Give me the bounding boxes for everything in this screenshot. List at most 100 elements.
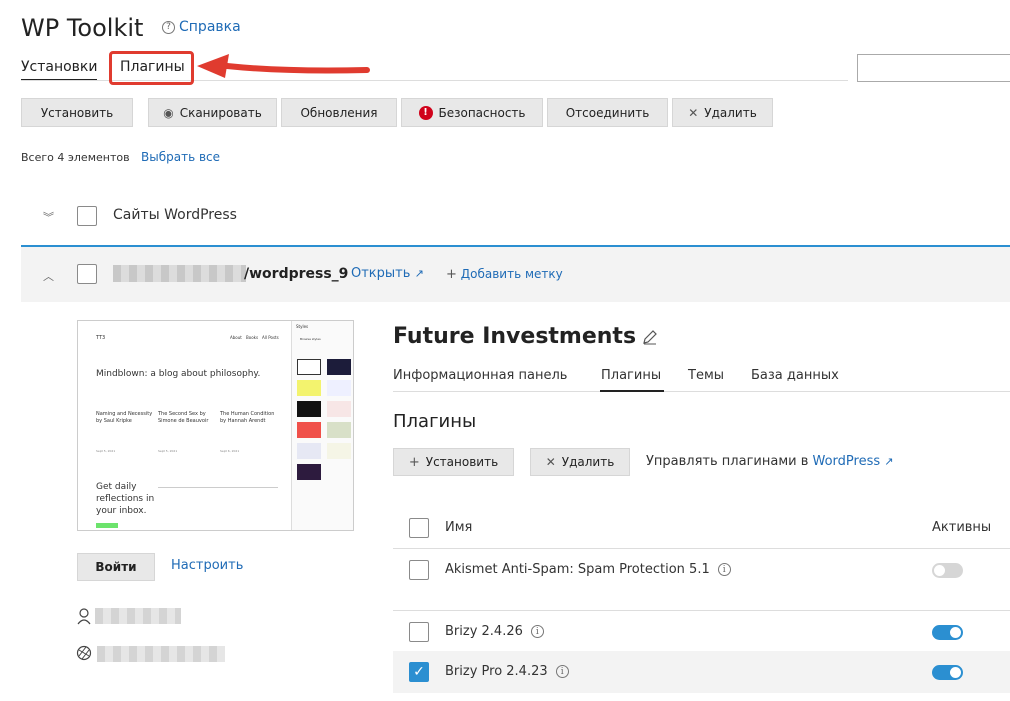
close-icon: ✕: [688, 105, 699, 120]
plugin-active-toggle[interactable]: [932, 665, 963, 680]
plugin-name: Akismet Anti-Spam: Spam Protection 5.1: [445, 562, 710, 577]
preview-divider: [158, 487, 278, 488]
eye-icon: ◉: [163, 105, 174, 120]
site-path: /wordpress_9: [244, 266, 349, 282]
chevron-up-icon[interactable]: ︿: [43, 268, 54, 284]
column-header-active[interactable]: Активны: [932, 520, 991, 535]
install-button[interactable]: Установить: [21, 98, 133, 127]
site-checkbox[interactable]: [77, 264, 97, 284]
subtab-database[interactable]: База данных: [751, 368, 839, 383]
pencil-icon[interactable]: [642, 329, 658, 345]
group-checkbox[interactable]: [77, 206, 97, 226]
annotation-arrow-icon: [197, 54, 370, 78]
style-swatch: [297, 443, 321, 459]
subtabs-divider: [393, 391, 1010, 392]
open-site-link[interactable]: Открыть ↗: [351, 266, 424, 281]
subtab-dashboard[interactable]: Информационная панель: [393, 368, 567, 383]
chevron-double-down-icon[interactable]: ︾: [43, 209, 54, 225]
preview-nav-3: All Posts: [262, 335, 279, 340]
delete-plugin-button[interactable]: ✕ Удалить: [530, 448, 630, 476]
info-icon[interactable]: i: [717, 563, 731, 576]
style-swatch: [297, 464, 321, 480]
updates-label: Обновления: [300, 105, 378, 120]
site-title: Future Investments: [393, 324, 637, 349]
plugin-row-checkbox[interactable]: [409, 560, 429, 580]
preview-styles-title: Styles: [296, 324, 309, 329]
subtab-plugins[interactable]: Плагины: [601, 368, 661, 383]
style-swatch: [297, 359, 321, 375]
preview-post-2-date: Sept 5, 2021: [158, 449, 178, 453]
preview-signup-button: [96, 523, 118, 528]
redacted-username: [95, 608, 181, 624]
install-label: Установить: [40, 105, 114, 120]
table-row: Akismet Anti-Spam: Spam Protection 5.1 i: [445, 562, 731, 577]
plugin-row-checkbox[interactable]: [409, 622, 429, 642]
table-row: Brizy 2.4.26 i: [445, 624, 544, 639]
preview-post-2: The Second Sex by Simone de Beauvoir: [158, 411, 209, 424]
preview-headline: Mindblown: a blog about philosophy.: [96, 369, 261, 379]
style-swatch: [327, 422, 351, 438]
detach-button[interactable]: Отсоединить: [547, 98, 668, 127]
setup-link[interactable]: Настроить: [171, 558, 243, 573]
annotation-highlight-box: [109, 51, 194, 85]
user-icon: [77, 608, 91, 625]
style-swatch: [297, 380, 321, 396]
plugin-active-toggle[interactable]: [932, 625, 963, 640]
security-button[interactable]: ! Безопасность: [401, 98, 543, 127]
tab-installs[interactable]: Установки: [21, 59, 98, 75]
help-link[interactable]: ? Справка: [162, 19, 241, 35]
plugin-active-toggle[interactable]: [932, 563, 963, 578]
scan-label: Сканировать: [179, 105, 262, 120]
plus-icon: +: [446, 267, 457, 282]
preview-brand: TT3: [96, 335, 106, 341]
subtab-themes[interactable]: Темы: [688, 368, 724, 383]
style-swatch: [297, 422, 321, 438]
preview-styles-subtitle: Browse styles: [300, 337, 321, 341]
delete-button[interactable]: ✕ Удалить: [672, 98, 773, 127]
plugins-heading: Плагины: [393, 411, 477, 432]
active-subtab-underline: [600, 390, 664, 392]
help-icon: ?: [162, 20, 175, 34]
preview-post-3-date: Sept 6, 2021: [220, 449, 240, 453]
total-count: Всего 4 элементов: [21, 151, 130, 164]
security-label: Безопасность: [438, 105, 526, 120]
site-preview-thumbnail: TT3 About Books All Posts Mindblown: a b…: [77, 320, 354, 531]
style-swatch: [327, 359, 351, 375]
login-button[interactable]: Войти: [77, 553, 155, 581]
preview-post-3: The Human Condition by Hannah Arendt: [220, 411, 275, 424]
close-icon: ✕: [545, 455, 556, 469]
table-divider: [393, 610, 1010, 611]
select-all-link[interactable]: Выбрать все: [141, 150, 220, 164]
scan-button[interactable]: ◉ Сканировать: [148, 98, 277, 127]
help-label: Справка: [179, 19, 241, 35]
open-label: Открыть: [351, 266, 411, 281]
preview-post-1: Naming and Necessity by Saul Kripke: [96, 411, 153, 424]
install-plugin-button[interactable]: + Установить: [393, 448, 514, 476]
search-input[interactable]: [857, 54, 1010, 82]
external-link-icon: ↗: [884, 455, 894, 468]
manage-wordpress-link[interactable]: WordPress: [813, 454, 881, 469]
install-plugin-label: Установить: [425, 455, 499, 469]
select-all-plugins-checkbox[interactable]: [409, 518, 429, 538]
app-title: WP Toolkit: [21, 14, 144, 42]
plus-icon: +: [408, 454, 420, 470]
preview-nav-2: Books: [246, 335, 259, 340]
group-label: Сайты WordPress: [113, 207, 237, 223]
add-tag-link[interactable]: + Добавить метку: [446, 267, 563, 282]
plugin-row-checkbox[interactable]: ✓: [409, 662, 429, 682]
preview-styles-panel: Styles Browse styles: [291, 321, 353, 530]
style-swatch: [297, 401, 321, 417]
info-icon[interactable]: i: [530, 625, 544, 638]
plugin-name: Brizy Pro 2.4.23: [445, 664, 548, 679]
external-link-icon: ↗: [414, 267, 424, 280]
info-icon[interactable]: i: [555, 665, 569, 678]
table-divider: [393, 548, 1010, 549]
detach-label: Отсоединить: [565, 105, 650, 120]
warning-icon: !: [418, 105, 433, 120]
add-tag-label: Добавить метку: [460, 267, 563, 281]
updates-button[interactable]: Обновления: [281, 98, 397, 127]
manage-prefix: Управлять плагинами в: [646, 454, 813, 469]
globe-icon: [76, 645, 92, 661]
column-header-name[interactable]: Имя: [445, 520, 472, 535]
delete-plugin-label: Удалить: [561, 455, 615, 469]
